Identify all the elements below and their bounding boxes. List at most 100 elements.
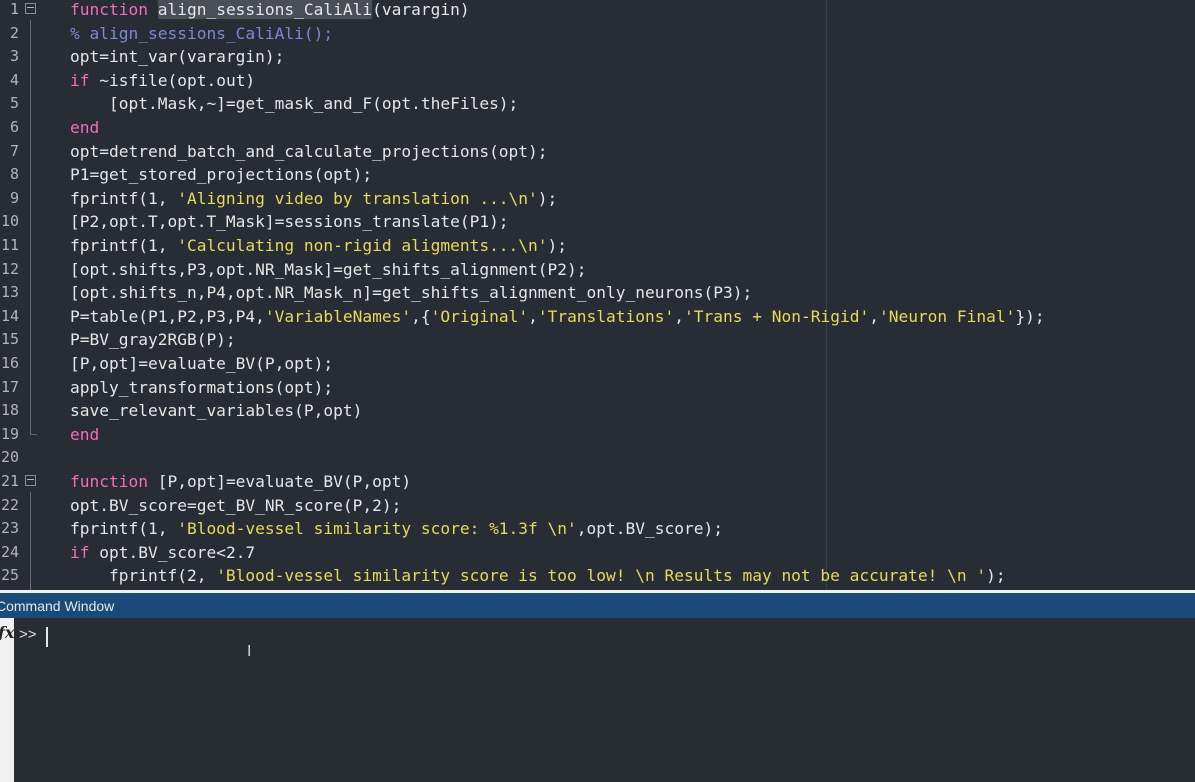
code-token: ,{ bbox=[411, 306, 431, 326]
code-token: [P,opt]=evaluate_BV(P,opt); bbox=[70, 354, 334, 373]
code-line[interactable]: 4 if ~isfile(opt.out) bbox=[0, 69, 1195, 93]
code-text[interactable]: P=table(P1,P2,P3,P4,'VariableNames',{'Or… bbox=[70, 305, 1045, 329]
code-token: [P2,opt.T,opt.T_Mask]=sessions_translate… bbox=[70, 212, 509, 232]
code-line[interactable]: 8 P1=get_stored_projections(opt); bbox=[0, 163, 1195, 187]
line-number: 25 bbox=[0, 566, 19, 585]
code-token: , bbox=[674, 306, 685, 326]
fold-collapse-icon[interactable]: − bbox=[25, 474, 36, 486]
code-line[interactable]: 19 end bbox=[0, 422, 1195, 447]
code-text[interactable]: [opt.shifts,P3,opt.NR_Mask]=get_shifts_a… bbox=[70, 258, 587, 282]
code-text[interactable]: end bbox=[70, 423, 99, 447]
fold-collapse-icon[interactable]: − bbox=[25, 2, 36, 14]
code-token: (varargin) bbox=[372, 0, 470, 19]
code-text[interactable]: apply_transformations(opt); bbox=[70, 376, 333, 400]
code-line[interactable]: 15 P=BV_gray2RGB(P); bbox=[0, 328, 1195, 352]
string-literal: 'Calculating non-rigid aligments...\n' bbox=[177, 236, 548, 255]
code-text[interactable]: [P2,opt.T,opt.T_Mask]=sessions_translate… bbox=[70, 210, 509, 234]
command-window-left-strip: fx bbox=[0, 618, 14, 782]
line-number: 15 bbox=[0, 330, 19, 349]
code-line[interactable]: 16 [P,opt]=evaluate_BV(P,opt); bbox=[0, 352, 1195, 376]
string-literal: 'Aligning video by translation ...\n' bbox=[177, 188, 538, 208]
code-text[interactable]: fprintf(1, 'Calculating non-rigid aligme… bbox=[70, 234, 567, 258]
keyword: function bbox=[70, 0, 158, 19]
code-text[interactable]: opt.BV_score=get_BV_NR_score(P,2); bbox=[70, 494, 401, 518]
line-number: 17 bbox=[0, 377, 19, 396]
string-literal: 'Blood-vessel similarity score: %1.3f \n… bbox=[177, 519, 577, 539]
code-line[interactable]: 24 if opt.BV_score<2.7 bbox=[0, 541, 1195, 565]
code-line[interactable]: 18 save_relevant_variables(P,opt) bbox=[0, 399, 1195, 423]
code-text[interactable]: if opt.BV_score<2.7 bbox=[70, 541, 255, 565]
code-line[interactable]: 9 fprintf(1, 'Aligning video by translati… bbox=[0, 187, 1195, 211]
code-line[interactable]: 6 end bbox=[0, 116, 1195, 140]
code-text[interactable]: % align_sessions_CaliAli(); bbox=[70, 22, 333, 46]
line-number: 5 bbox=[9, 94, 19, 113]
fx-icon[interactable]: fx bbox=[0, 623, 14, 642]
code-text[interactable]: [opt.Mask,~]=get_mask_and_F(opt.theFiles… bbox=[70, 92, 518, 116]
line-number: 21 bbox=[0, 472, 19, 490]
code-text[interactable]: function align_sessions_CaliAli(varargin… bbox=[70, 0, 470, 22]
command-input[interactable] bbox=[46, 624, 1146, 646]
code-token: fprintf(2, bbox=[70, 566, 217, 586]
code-text[interactable]: end bbox=[70, 116, 99, 140]
code-text[interactable]: fprintf(1, 'Aligning video by translatio… bbox=[70, 187, 557, 211]
line-number: 1 bbox=[9, 0, 19, 18]
line-number: 9 bbox=[9, 188, 19, 207]
code-line[interactable]: 22 opt.BV_score=get_BV_NR_score(P,2); bbox=[0, 494, 1195, 518]
line-number: 18 bbox=[0, 401, 19, 420]
code-token: ~isfile(opt.out) bbox=[99, 70, 256, 90]
string-literal: 'Neuron Final' bbox=[878, 306, 1016, 326]
code-token: [opt.shifts_n,P4,opt.NR_Mask_n]=get_shif… bbox=[70, 283, 753, 303]
code-line[interactable]: 5 [opt.Mask,~]=get_mask_and_F(opt.theFil… bbox=[0, 92, 1195, 116]
command-window-header[interactable]: Command Window bbox=[0, 590, 1195, 618]
code-token: [P,opt]=evaluate_BV(P,opt) bbox=[157, 472, 412, 491]
code-line[interactable]: 10 [P2,opt.T,opt.T_Mask]=sessions_transla… bbox=[0, 210, 1195, 234]
code-text[interactable]: [opt.shifts_n,P4,opt.NR_Mask_n]=get_shif… bbox=[70, 281, 752, 305]
text-caret bbox=[46, 627, 48, 647]
code-line[interactable]: 20 bbox=[0, 446, 1195, 470]
keyword: function bbox=[70, 472, 158, 491]
line-number: 22 bbox=[0, 495, 19, 514]
code-token: opt=int_var(varargin); bbox=[70, 47, 285, 67]
code-line[interactable]: 11 fprintf(1, 'Calculating non-rigid alig… bbox=[0, 234, 1195, 258]
code-text[interactable]: opt=int_var(varargin); bbox=[70, 45, 284, 69]
code-text[interactable]: P=BV_gray2RGB(P); bbox=[70, 328, 236, 352]
code-line[interactable]: 13 [opt.shifts_n,P4,opt.NR_Mask_n]=get_sh… bbox=[0, 281, 1195, 305]
line-number: 4 bbox=[9, 70, 19, 89]
line-number: 7 bbox=[9, 141, 19, 160]
code-line[interactable]: 3 opt=int_var(varargin); bbox=[0, 45, 1195, 69]
code-token: ); bbox=[986, 566, 1006, 586]
command-window[interactable]: fx >> I bbox=[0, 618, 1195, 782]
line-number: 14 bbox=[0, 306, 19, 325]
code-text[interactable]: P1=get_stored_projections(opt); bbox=[70, 163, 372, 187]
code-text[interactable]: function [P,opt]=evaluate_BV(P,opt) bbox=[70, 470, 411, 494]
code-line[interactable]: 1− function align_sessions_CaliAli(vararg… bbox=[0, 0, 1195, 22]
code-line[interactable]: 25 fprintf(2, 'Blood-vessel similarity s… bbox=[0, 564, 1195, 588]
code-line[interactable]: 14 P=table(P1,P2,P3,P4,'VariableNames',{'… bbox=[0, 305, 1195, 329]
code-token: }); bbox=[1015, 306, 1045, 326]
code-line[interactable]: 17 apply_transformations(opt); bbox=[0, 376, 1195, 400]
code-token: P1=get_stored_projections(opt); bbox=[70, 165, 373, 185]
code-line[interactable]: 23 fprintf(1, 'Blood-vessel similarity sc… bbox=[0, 517, 1195, 541]
code-line[interactable]: 7 opt=detrend_batch_and_calculate_project… bbox=[0, 140, 1195, 164]
code-token: opt=detrend_batch_and_calculate_projecti… bbox=[70, 141, 548, 161]
command-prompt: >> bbox=[19, 626, 37, 643]
code-text[interactable]: fprintf(2, 'Blood-vessel similarity scor… bbox=[70, 564, 1006, 588]
code-text[interactable]: [P,opt]=evaluate_BV(P,opt); bbox=[70, 352, 333, 376]
code-line[interactable]: 12 [opt.shifts,P3,opt.NR_Mask]=get_shifts… bbox=[0, 258, 1195, 282]
code-token: fprintf(1, bbox=[70, 236, 178, 255]
code-token: opt.BV_score=get_BV_NR_score(P,2); bbox=[70, 495, 402, 515]
line-number: 23 bbox=[0, 519, 19, 538]
code-text[interactable]: if ~isfile(opt.out) bbox=[70, 69, 255, 93]
code-text[interactable]: fprintf(1, 'Blood-vessel similarity scor… bbox=[70, 517, 723, 541]
comment: % align_sessions_CaliAli(); bbox=[70, 23, 334, 43]
code-text[interactable]: opt=detrend_batch_and_calculate_projecti… bbox=[70, 140, 548, 164]
code-editor[interactable]: 1− function align_sessions_CaliAli(vararg… bbox=[0, 0, 1195, 590]
code-line[interactable]: 2 % align_sessions_CaliAli(); bbox=[0, 22, 1195, 46]
string-literal: 'Original' bbox=[430, 306, 529, 326]
line-number: 20 bbox=[0, 448, 19, 467]
string-literal: 'VariableNames' bbox=[264, 306, 412, 326]
line-number: 16 bbox=[0, 354, 19, 372]
code-line[interactable]: 21− function [P,opt]=evaluate_BV(P,opt) bbox=[0, 470, 1195, 494]
code-text[interactable]: save_relevant_variables(P,opt) bbox=[70, 399, 362, 423]
code-token: apply_transformations(opt); bbox=[70, 377, 334, 397]
